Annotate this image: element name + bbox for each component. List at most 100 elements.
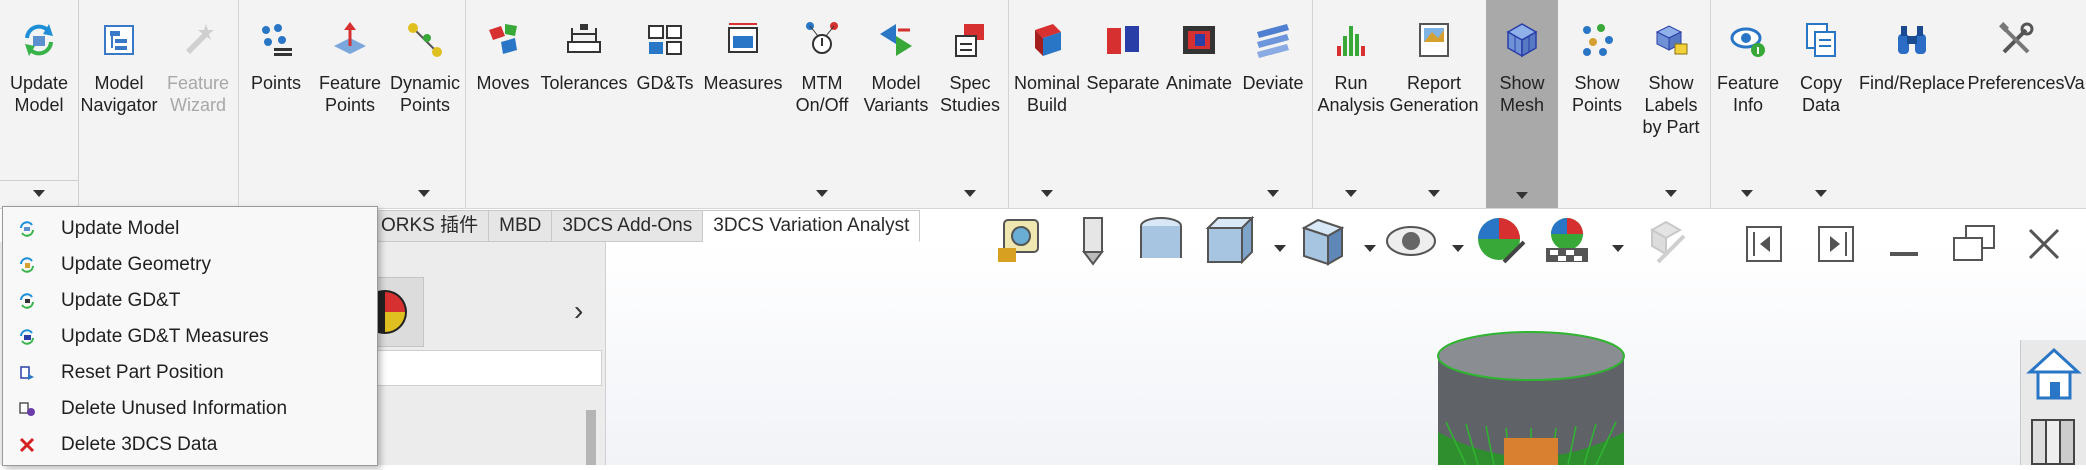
menu-item-delete-unused-information[interactable]: Delete Unused Information [3,391,377,427]
measure-tool-button[interactable] [994,214,1048,268]
close-icon [2028,228,2060,260]
separate-button[interactable]: Separate [1086,0,1160,195]
copy-data-dropdown-arrow[interactable] [1815,190,1827,197]
run-analysis-dropdown-arrow[interactable] [1345,190,1357,197]
dynamic-points-dropdown-arrow[interactable] [418,190,430,197]
feature-info-button[interactable]: Feature Info [1712,0,1784,195]
edit-appearance-button[interactable] [1474,214,1528,268]
scene-dropdown-arrow[interactable] [1612,245,1624,252]
spec-studies-dropdown-arrow[interactable] [964,190,976,197]
dynamic-points-button[interactable]: Dynamic Points [388,0,462,195]
tab-3dcs-variation-analyst[interactable]: 3DCS Variation Analyst [703,210,921,242]
feature-points-button[interactable]: Feature Points [314,0,386,195]
preferences-icon [1999,22,2034,54]
panel-scrollbar[interactable] [586,410,596,465]
tab-solidworks-plugins[interactable]: ORKS 插件 [370,210,490,242]
menu-item-delete-3dcs-data[interactable]: Delete 3DCS Data [3,427,377,463]
animate-label: Animate [1165,73,1233,93]
tolerances-button[interactable]: Tolerances [540,0,628,195]
validate-button[interactable]: Va [2064,0,2086,195]
spec-studies-icon [955,24,984,57]
section-probe-button[interactable] [1066,214,1120,268]
deviate-dropdown-arrow[interactable] [1267,190,1279,197]
spec-studies-label: Spec Studies [939,73,1001,115]
show-points-button[interactable]: Show Points [1562,0,1632,195]
close-button[interactable] [2022,222,2066,266]
animate-icon [1183,26,1215,54]
view-orientation-dropdown-arrow[interactable] [1274,245,1286,252]
menu-item-reset-part-position[interactable]: Reset Part Position [3,355,377,391]
gdts-button[interactable]: GD&Ts [632,0,698,195]
tolerances-label: Tolerances [540,73,628,93]
find-replace-label: Find/Replace [1858,73,1966,93]
mtm-onoff-button[interactable]: MTM On/Off [788,0,856,195]
view-settings-button[interactable] [1640,214,1694,268]
menu-item-update-model[interactable]: Update Model [3,211,377,247]
menu-item-update-gdt[interactable]: Update GD&T [3,283,377,319]
panel-next-chevron-icon[interactable]: › [574,295,583,327]
feature-info-label: Feature Info [1716,73,1780,115]
report-generation-button[interactable]: Report Generation [1389,0,1479,195]
report-generation-label: Report Generation [1389,73,1479,115]
tab-3dcs-add-ons[interactable]: 3DCS Add-Ons [552,210,704,242]
feature-wizard-button[interactable]: Feature Wizard [160,0,236,195]
mtm-dropdown-arrow[interactable] [816,190,828,197]
menu-item-update-gdt-measures[interactable]: Update GD&T Measures [3,319,377,355]
model-navigator-button[interactable]: Model Navigator [80,0,158,195]
apply-scene-button[interactable] [1540,214,1594,268]
minimize-icon [1890,252,1918,256]
view-orientation-icon [1205,215,1255,265]
ribbon-separator [1312,0,1313,208]
previous-view-button[interactable] [1742,222,1786,266]
show-mesh-button[interactable]: Show Mesh [1486,0,1558,208]
spec-studies-button[interactable]: Spec Studies [936,0,1004,195]
show-labels-dropdown-arrow[interactable] [1665,190,1677,197]
minimize-button[interactable] [1882,222,1926,266]
moves-button[interactable]: Moves [470,0,536,195]
copy-data-button[interactable]: Copy Data [1788,0,1854,195]
update-model-dropdown-arrow[interactable] [33,190,45,197]
report-generation-dropdown-arrow[interactable] [1428,190,1440,197]
restore-button[interactable] [1952,222,1996,266]
copy-data-label: Copy Data [1799,73,1843,115]
nominal-build-dropdown-arrow[interactable] [1041,190,1053,197]
tab-mbd[interactable]: MBD [489,210,553,242]
menu-item-update-geometry[interactable]: Update Geometry [3,247,377,283]
moves-icon [489,24,517,54]
show-labels-by-part-button[interactable]: Show Labels by Part [1636,0,1706,195]
graphics-viewport[interactable] [606,242,2086,465]
hide-show-dropdown-arrow[interactable] [1452,245,1464,252]
display-style-button[interactable] [1296,214,1350,268]
section-view-button[interactable] [1134,214,1188,268]
run-analysis-label: Run Analysis [1317,73,1385,115]
reset-part-position-icon [17,363,37,383]
update-model-icon [25,24,53,56]
update-model-button[interactable]: Update Model [0,0,78,195]
feature-wizard-icon [186,24,214,54]
deviate-button[interactable]: Deviate [1238,0,1308,195]
view-orientation-button[interactable] [1202,214,1256,268]
points-button[interactable]: Points [244,0,308,195]
feature-info-dropdown-arrow[interactable] [1741,190,1753,197]
next-view-button[interactable] [1814,222,1858,266]
hide-show-items-button[interactable] [1384,214,1438,268]
run-analysis-button[interactable]: Run Analysis [1316,0,1386,195]
design-library-icon[interactable] [2024,410,2084,470]
panel-filter-field[interactable] [370,350,602,386]
preferences-button[interactable]: Preferences [1967,0,2065,195]
panel-appearance-thumbnail[interactable] [363,277,424,347]
show-mesh-dropdown-arrow[interactable] [1516,192,1528,199]
show-labels-by-part-label: Show Labels by Part [1642,73,1700,137]
feature-info-icon [1730,27,1765,57]
animate-button[interactable]: Animate [1162,0,1236,195]
model-variants-button[interactable]: Model Variants [860,0,932,195]
show-mesh-label: Show Mesh [1499,73,1545,115]
find-replace-button[interactable]: Find/Replace [1858,0,1966,195]
model-navigator-icon [104,25,134,55]
show-mesh-icon [1506,23,1538,58]
model-variants-icon [880,24,912,56]
nominal-build-button[interactable]: Nominal Build [1012,0,1082,195]
home-icon[interactable] [2024,344,2084,404]
display-style-dropdown-arrow[interactable] [1364,245,1376,252]
measures-button[interactable]: Measures [702,0,784,195]
